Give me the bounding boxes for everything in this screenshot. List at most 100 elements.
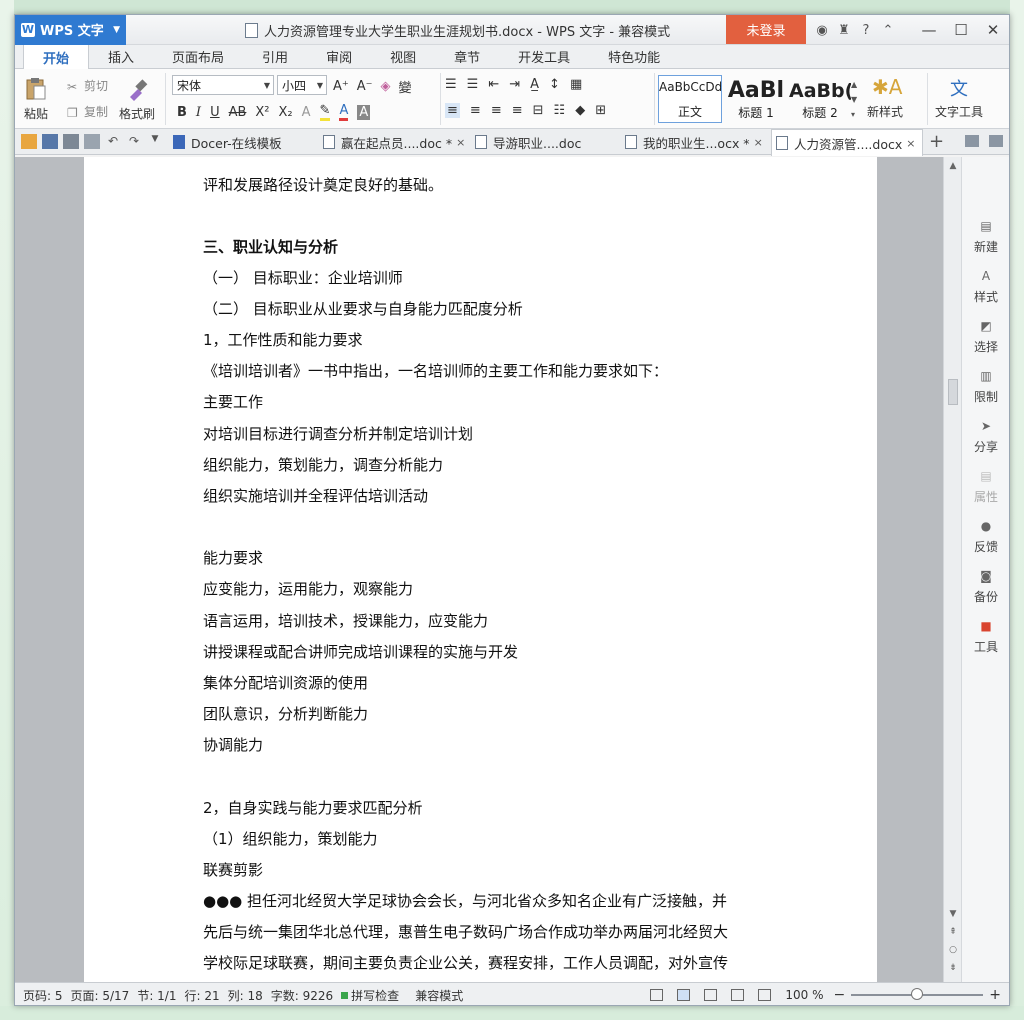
status-page-number[interactable]: 页码: 5 [23,987,63,1004]
new-tab-icon[interactable]: + [929,131,944,152]
shrink-font-icon[interactable]: A⁻ [357,79,373,94]
tab-home[interactable]: 开始 [23,44,90,69]
prev-page-icon[interactable]: ⇞ [944,927,962,937]
tab-review[interactable]: 审阅 [307,44,371,68]
outline-view-icon[interactable] [704,989,718,1001]
style-heading-2[interactable]: AaBb( 标题 2 [788,75,852,123]
text-effect-icon[interactable]: A [302,105,311,120]
open-icon[interactable] [21,134,37,149]
justify-icon[interactable]: ≡ [512,103,523,118]
taskpane-feedback[interactable]: ● 反馈 [962,519,1009,555]
app-menu-button[interactable]: W WPS 文字 ▼ [15,15,126,45]
zoom-slider[interactable] [851,988,984,1000]
style-heading-1[interactable]: AaBl 标题 1 [724,75,788,123]
status-word-count[interactable]: 字数: 9226 [271,987,333,1004]
tab-view[interactable]: 视图 [371,44,435,68]
font-size-select[interactable]: 小四 ▼ [277,75,327,95]
collapse-ribbon-icon[interactable]: ⌃ [877,23,899,38]
taskpane-tools[interactable]: ■ 工具 [962,619,1009,655]
font-name-select[interactable]: 宋体 ▼ [172,75,274,95]
chevron-down-icon[interactable]: ▼ [147,134,163,149]
align-right-icon[interactable]: ≡ [491,103,502,118]
bullets-icon[interactable]: ☰ [445,77,457,92]
style-normal[interactable]: AaBbCcDd 正文 [658,75,722,123]
undo-icon[interactable]: ↶ [105,134,121,149]
highlight-icon[interactable]: ✎ [319,103,331,121]
minimize-icon[interactable]: — [913,15,945,45]
close-icon[interactable]: ✕ [977,15,1009,45]
format-painter-button[interactable]: 格式刷 [119,77,155,122]
clear-format-icon[interactable]: ◈ [381,79,391,94]
distributed-icon[interactable]: ⊟ [533,103,544,118]
web-view-icon[interactable] [731,989,745,1001]
strikethrough-icon[interactable]: AB [229,105,247,120]
close-icon[interactable]: × [906,137,915,150]
doc-tab-active[interactable]: 人力资源管....docx × [771,129,923,156]
spell-check-toggle[interactable]: 拼写检查 [341,987,399,1004]
shirt-icon[interactable]: ♜ [833,23,855,38]
status-pages[interactable]: 页面: 5/17 [71,987,130,1004]
new-style-button[interactable]: ✱A 新样式 [867,75,903,120]
reading-view-icon[interactable] [758,989,772,1001]
tab-developer[interactable]: 开发工具 [499,44,589,68]
style-gallery-scroll[interactable]: ▲ ▼ ▾ [851,77,857,122]
numbering-icon[interactable]: ☰ [467,77,479,92]
bold-icon[interactable]: B [177,105,187,120]
change-case-icon[interactable]: A̲ [530,77,539,92]
maximize-icon[interactable]: ☐ [945,15,977,45]
taskpane-backup[interactable]: ◙ 备份 [962,569,1009,605]
shading-icon[interactable]: ◆ [575,103,585,118]
taskpane-select[interactable]: ◩ 选择 [962,319,1009,355]
scroll-up-icon[interactable]: ▲ [944,161,962,171]
table-icon[interactable]: ▦ [570,77,582,92]
tab-sections[interactable]: 章节 [435,44,499,68]
doc-tab[interactable]: 我的职业生...ocx * × [621,129,763,155]
redo-icon[interactable]: ↷ [126,134,142,149]
scrollbar-thumb[interactable] [948,379,958,405]
align-left-icon[interactable]: ≡ [445,103,460,118]
save-icon[interactable] [42,134,58,149]
line-spacing-icon[interactable]: ☷ [554,103,566,118]
print-preview-icon[interactable] [84,134,100,149]
decrease-indent-icon[interactable]: ⇤ [488,77,499,92]
document-page[interactable]: 评和发展路径设计奠定良好的基础。 三、职业认知与分析 （一） 目标职业：企业培训… [84,157,877,982]
print-icon[interactable] [63,134,79,149]
next-page-icon[interactable]: ⇟ [944,963,962,973]
borders-icon[interactable]: ⊞ [595,103,606,118]
copy-button[interactable]: ❐ 复制 [67,103,108,120]
sort-icon[interactable]: ↕ [549,77,560,92]
doc-tab[interactable]: 导游职业....doc [471,129,581,155]
align-center-icon[interactable]: ≡ [470,103,481,118]
tab-settings-icon[interactable] [989,135,1003,147]
underline-icon[interactable]: U [210,105,220,120]
zoom-level[interactable]: 100 % [785,988,823,1002]
zoom-slider-knob[interactable] [911,988,924,1000]
phonetic-icon[interactable]: 變 [399,77,412,96]
taskpane-new[interactable]: ▤ 新建 [962,219,1009,255]
zoom-in-icon[interactable]: + [989,987,1001,1003]
vertical-scrollbar[interactable]: ▲ ▼ ⇞ ○ ⇟ [943,157,961,982]
cut-button[interactable]: ✂ 剪切 [67,77,108,94]
skin-icon[interactable]: ◉ [811,23,833,38]
page-view-icon[interactable] [677,989,691,1001]
taskpane-properties[interactable]: ▤ 属性 [962,469,1009,505]
font-color-icon[interactable]: A [339,103,349,121]
close-icon[interactable]: × [456,136,465,149]
tab-list-icon[interactable] [965,135,979,147]
subscript-icon[interactable]: X₂ [279,105,293,120]
text-tools-button[interactable]: 文 文字工具 [935,75,983,120]
tab-page-layout[interactable]: 页面布局 [153,44,243,68]
login-button[interactable]: 未登录 [726,15,806,44]
doc-tab-docer[interactable]: Docer-在线模板 [169,129,282,155]
close-icon[interactable]: × [754,136,763,149]
browse-object-icon[interactable]: ○ [944,945,962,955]
superscript-icon[interactable]: X² [255,105,269,120]
help-icon[interactable]: ? [855,23,877,38]
italic-icon[interactable]: I [196,105,201,120]
fullscreen-view-icon[interactable] [650,989,664,1001]
char-shading-icon[interactable]: A [357,104,371,120]
taskpane-styles[interactable]: A 样式 [962,269,1009,305]
scroll-down-icon[interactable]: ▼ [944,909,962,919]
increase-indent-icon[interactable]: ⇥ [509,77,520,92]
paste-button[interactable]: 粘贴 [23,77,49,122]
